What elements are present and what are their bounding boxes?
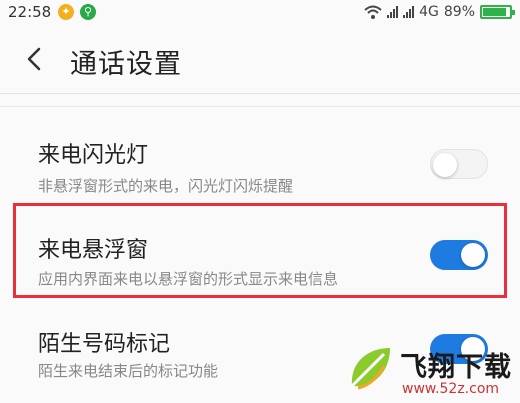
status-time: 22:58 bbox=[8, 3, 52, 21]
wifi-icon bbox=[364, 5, 382, 19]
app-header: 通话设置 bbox=[0, 26, 520, 94]
network-type: 4G bbox=[419, 4, 439, 20]
page-title: 通话设置 bbox=[70, 49, 182, 80]
watermark-url: www.52z.com bbox=[402, 381, 500, 397]
app-notification-icon: ✦ bbox=[58, 4, 74, 20]
setting-subtitle: 非悬浮窗形式的来电，闪光灯闪烁提醒 bbox=[38, 177, 294, 195]
highlight-box bbox=[13, 203, 507, 298]
toggle-switch[interactable] bbox=[430, 149, 488, 179]
battery-icon bbox=[480, 5, 515, 19]
setting-row-flash-light[interactable]: 来电闪光灯 非悬浮窗形式的来电，闪光灯闪烁提醒 bbox=[0, 119, 520, 207]
setting-title: 陌生号码标记 bbox=[38, 332, 171, 357]
leaf-logo-icon bbox=[350, 348, 390, 390]
usb-icon: ⚲ bbox=[80, 4, 96, 20]
watermark-name: 飞翔下载 bbox=[400, 352, 512, 383]
status-indicators: 4G 89% bbox=[364, 2, 515, 22]
chevron-left-icon[interactable] bbox=[18, 42, 52, 76]
signal-icon-2 bbox=[403, 6, 415, 18]
setting-title: 来电闪光灯 bbox=[38, 143, 149, 168]
signal-icon bbox=[387, 6, 399, 18]
toggle-knob bbox=[433, 153, 457, 177]
setting-subtitle: 陌生来电结束后的标记功能 bbox=[38, 362, 219, 380]
battery-percent: 89% bbox=[443, 4, 475, 20]
status-bar: 22:58 ✦ ⚲ 4G 89% bbox=[0, 0, 520, 26]
watermark: 飞翔下载 www.52z.com bbox=[344, 336, 520, 403]
